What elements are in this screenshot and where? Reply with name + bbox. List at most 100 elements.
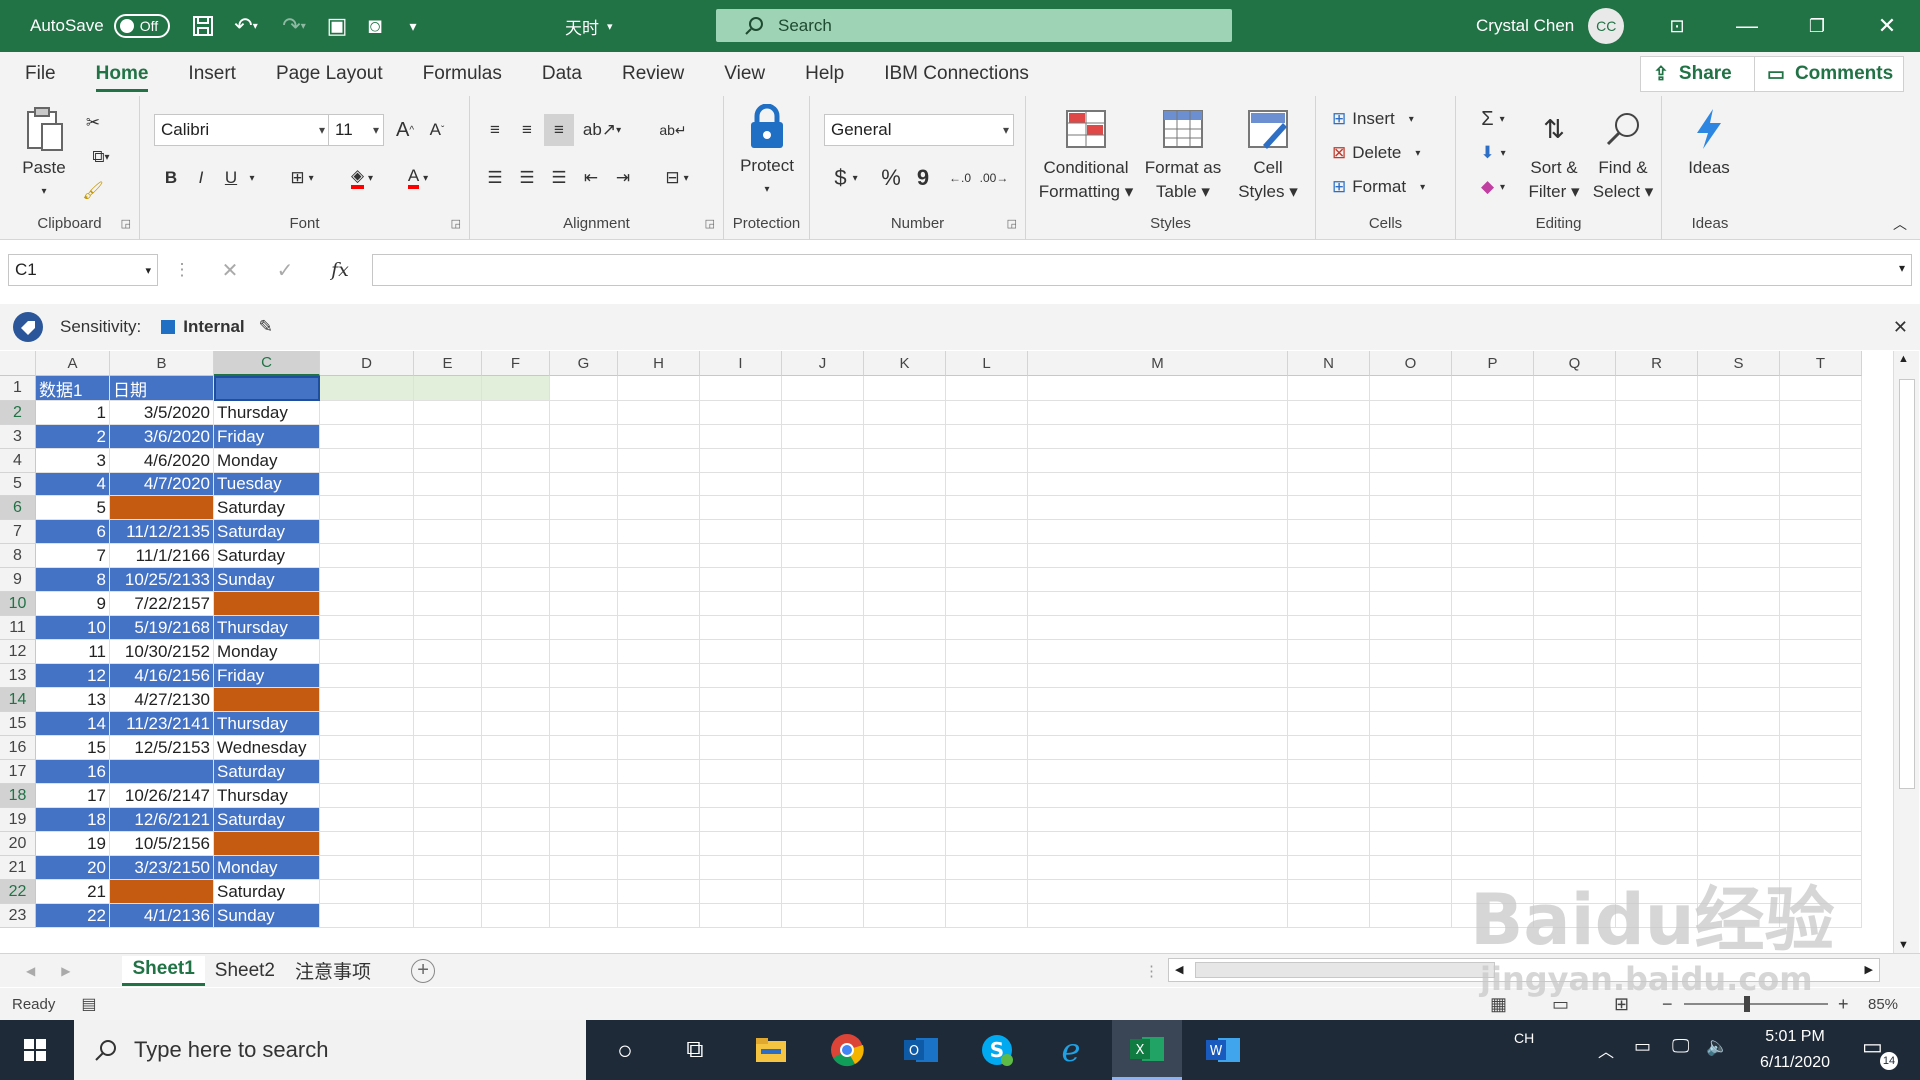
cell-empty[interactable]: [864, 832, 946, 856]
cell-empty[interactable]: [1780, 616, 1862, 640]
cell-c1[interactable]: [214, 376, 320, 401]
cell-empty[interactable]: [482, 592, 550, 616]
cell-empty[interactable]: [550, 401, 618, 425]
cell-empty[interactable]: [864, 640, 946, 664]
cell-empty[interactable]: [864, 425, 946, 449]
user-name[interactable]: Crystal Chen: [1476, 16, 1574, 36]
cell-c4[interactable]: Monday: [214, 449, 320, 473]
cell-empty[interactable]: [1698, 449, 1780, 473]
cell-empty[interactable]: [1288, 808, 1370, 832]
row-header[interactable]: 21: [0, 856, 36, 880]
cell-empty[interactable]: [700, 664, 782, 688]
comma-style-icon[interactable]: 9: [910, 162, 936, 194]
cell-empty[interactable]: [864, 664, 946, 688]
paste-button[interactable]: Paste ▾: [16, 106, 72, 204]
cell-empty[interactable]: [946, 425, 1028, 449]
save-icon[interactable]: [186, 9, 220, 43]
cell-empty[interactable]: [482, 544, 550, 568]
cell-empty[interactable]: [1028, 449, 1288, 473]
scroll-up-icon[interactable]: ▲: [1898, 353, 1909, 365]
redo-icon[interactable]: ↷ ▾: [272, 9, 316, 43]
cell-empty[interactable]: [1616, 544, 1698, 568]
cell-empty[interactable]: [1370, 664, 1452, 688]
cell-empty[interactable]: [550, 688, 618, 712]
cell-empty[interactable]: [482, 616, 550, 640]
cell-empty[interactable]: [414, 544, 482, 568]
cell-empty[interactable]: [1780, 425, 1862, 449]
cell-empty[interactable]: [946, 496, 1028, 520]
number-format-select[interactable]: General ▾: [824, 114, 1014, 146]
cell-c15[interactable]: Thursday: [214, 712, 320, 736]
cut-icon[interactable]: ✂: [78, 108, 108, 138]
delete-cells-button[interactable]: ⊠ Delete ▾: [1332, 138, 1452, 168]
cell-empty[interactable]: [946, 880, 1028, 904]
cell-empty[interactable]: [550, 520, 618, 544]
cell-empty[interactable]: [782, 544, 864, 568]
cell-empty[interactable]: [320, 376, 414, 401]
cell-empty[interactable]: [1288, 401, 1370, 425]
cell-empty[interactable]: [1780, 592, 1862, 616]
tab-page-layout[interactable]: Page Layout: [256, 52, 403, 96]
wrap-text-icon[interactable]: ab↵: [658, 114, 688, 146]
cell-c16[interactable]: Wednesday: [214, 736, 320, 760]
cell-empty[interactable]: [1534, 568, 1616, 592]
cell-empty[interactable]: [618, 760, 700, 784]
cell-empty[interactable]: [414, 880, 482, 904]
comments-button[interactable]: ▭ Comments: [1754, 56, 1904, 92]
cell-empty[interactable]: [782, 712, 864, 736]
cell-empty[interactable]: [1534, 520, 1616, 544]
cell-empty[interactable]: [946, 544, 1028, 568]
cell-empty[interactable]: [1452, 808, 1534, 832]
column-header-l[interactable]: L: [946, 351, 1028, 376]
cell-empty[interactable]: [550, 784, 618, 808]
cell-empty[interactable]: [1780, 449, 1862, 473]
tab-data[interactable]: Data: [522, 52, 602, 96]
cell-empty[interactable]: [782, 808, 864, 832]
cell-empty[interactable]: [1028, 736, 1288, 760]
cell-a11[interactable]: 10: [36, 616, 110, 640]
cell-empty[interactable]: [946, 856, 1028, 880]
cell-empty[interactable]: [414, 832, 482, 856]
cell-empty[interactable]: [700, 449, 782, 473]
cell-empty[interactable]: [482, 760, 550, 784]
cell-empty[interactable]: [1698, 832, 1780, 856]
column-header-q[interactable]: Q: [1534, 351, 1616, 376]
cell-b19[interactable]: 12/6/2121: [110, 808, 214, 832]
cell-empty[interactable]: [1780, 640, 1862, 664]
cell-empty[interactable]: [320, 425, 414, 449]
cell-empty[interactable]: [414, 664, 482, 688]
cell-empty[interactable]: [1616, 808, 1698, 832]
cell-a22[interactable]: 21: [36, 880, 110, 904]
cell-empty[interactable]: [1028, 904, 1288, 928]
cell-b1[interactable]: 日期: [110, 376, 214, 401]
word-icon[interactable]: W: [1188, 1020, 1258, 1080]
cell-empty[interactable]: [1288, 736, 1370, 760]
cell-empty[interactable]: [320, 473, 414, 496]
cell-b16[interactable]: 12/5/2153: [110, 736, 214, 760]
cell-empty[interactable]: [550, 664, 618, 688]
cell-b14[interactable]: 4/27/2130: [110, 688, 214, 712]
cell-empty[interactable]: [1616, 784, 1698, 808]
cell-empty[interactable]: [864, 784, 946, 808]
cell-c20[interactable]: [214, 832, 320, 856]
number-launcher-icon[interactable]: ◲: [1007, 217, 1017, 230]
cell-c7[interactable]: Saturday: [214, 520, 320, 544]
cell-c21[interactable]: Monday: [214, 856, 320, 880]
insert-function-icon[interactable]: fx: [322, 254, 358, 286]
row-header[interactable]: 2: [0, 401, 36, 425]
cell-empty[interactable]: [1534, 496, 1616, 520]
cell-empty[interactable]: [1616, 616, 1698, 640]
cell-a10[interactable]: 9: [36, 592, 110, 616]
alignment-launcher-icon[interactable]: ◲: [705, 217, 715, 230]
decrease-font-icon[interactable]: Aˇ: [422, 114, 452, 146]
cell-empty[interactable]: [618, 664, 700, 688]
cell-empty[interactable]: [700, 568, 782, 592]
cell-empty[interactable]: [1452, 760, 1534, 784]
cell-empty[interactable]: [618, 449, 700, 473]
cell-b11[interactable]: 5/19/2168: [110, 616, 214, 640]
column-header-h[interactable]: H: [618, 351, 700, 376]
cell-a20[interactable]: 19: [36, 832, 110, 856]
cell-a23[interactable]: 22: [36, 904, 110, 928]
cell-empty[interactable]: [320, 856, 414, 880]
close-icon[interactable]: ✕: [1852, 0, 1920, 52]
